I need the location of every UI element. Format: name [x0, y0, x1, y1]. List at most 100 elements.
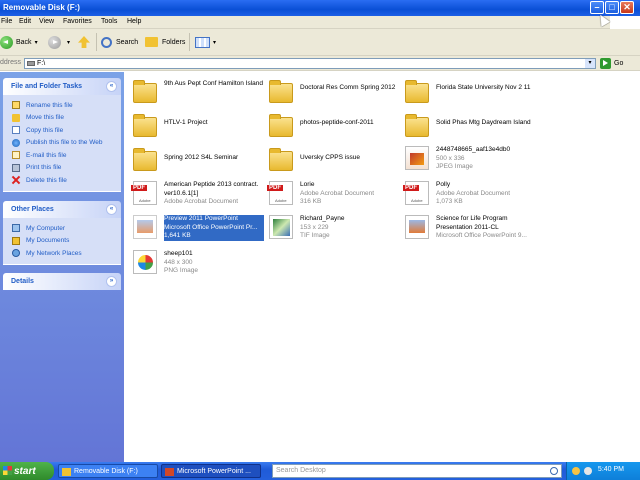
taskbar-item-powerpoint[interactable]: Microsoft PowerPoint ...: [161, 464, 261, 478]
desktop-search-input[interactable]: Search Desktop: [272, 464, 562, 478]
image-file-item[interactable]: Richard_Payne 153 x 229 TIF Image: [264, 213, 399, 243]
pdf-file-item[interactable]: PDF Adobe Lorie Adobe Acrobat Document 31…: [264, 179, 399, 209]
image-file-item[interactable]: sheep101 448 x 300 PNG Image: [128, 248, 263, 278]
go-arrow-icon: [600, 58, 611, 69]
taskbar-item-explorer[interactable]: Removable Disk (F:): [58, 464, 158, 478]
file-folder-tasks-header[interactable]: File and Folder Tasks «: [3, 78, 121, 95]
title-bar[interactable]: Removable Disk (F:) – □ ✕: [0, 0, 640, 16]
powerpoint-icon: [405, 215, 429, 239]
item-name: Spring 2012 S4L Seminar: [164, 154, 239, 161]
close-button[interactable]: ✕: [620, 1, 634, 14]
address-dropdown-icon[interactable]: ▾: [585, 59, 595, 68]
my-network-icon: [12, 249, 20, 258]
item-type: PNG Image: [164, 267, 198, 274]
pdf-file-item[interactable]: PDF Adobe American Peptide 2013 contract.…: [128, 179, 263, 209]
item-name: sheep101: [164, 250, 193, 257]
task-email[interactable]: E-mail this file: [3, 149, 121, 162]
folder-item[interactable]: photos-peptide-conf-2011: [264, 112, 399, 142]
maximize-button[interactable]: □: [605, 1, 619, 14]
back-button[interactable]: Back ▾: [0, 34, 38, 50]
folder-item[interactable]: Uversky CPPS issue: [264, 146, 399, 176]
place-my-documents[interactable]: My Documents: [3, 235, 121, 248]
my-documents-icon: [12, 236, 20, 245]
search-icon: [101, 36, 112, 48]
pdf-badge: PDF: [131, 185, 147, 191]
drive-icon: [27, 61, 35, 66]
tray-icon[interactable]: [584, 467, 592, 475]
other-places-header[interactable]: Other Places «: [3, 201, 121, 218]
toolbar: Back ▾ ▾ Search Folders ▾: [0, 29, 640, 56]
folder-item[interactable]: Spring 2012 S4L Seminar: [128, 146, 263, 176]
other-places-list: My Computer My Documents My Network Plac…: [3, 218, 121, 265]
powerpoint-file-item-selected[interactable]: Preview 2011 PowerPoint Microsoft Office…: [128, 213, 264, 243]
task-copy[interactable]: Copy this file: [3, 124, 121, 137]
collapse-chevron-icon[interactable]: «: [106, 204, 117, 215]
folder-item[interactable]: Solid Phas Mtg Daydream Island: [400, 112, 535, 142]
forward-dropdown-icon[interactable]: ▾: [67, 39, 70, 46]
place-label: My Network Places: [26, 249, 82, 257]
go-button[interactable]: Go: [600, 57, 623, 70]
place-label: My Computer: [26, 224, 66, 232]
collapse-chevron-icon[interactable]: «: [106, 81, 117, 92]
folder-item[interactable]: Florida State University Nov 2 11: [400, 78, 535, 108]
search-icon[interactable]: [550, 467, 558, 475]
folder-item[interactable]: HTLV-1 Project: [128, 112, 263, 142]
task-label: Move this file: [26, 114, 64, 122]
adobe-label: Adobe: [139, 198, 151, 203]
forward-arrow-icon: [48, 35, 61, 49]
folder-item[interactable]: Doctoral Res Comm Spring 2012: [264, 78, 399, 108]
powerpoint-icon: [165, 468, 174, 476]
up-folder-button[interactable]: [78, 34, 90, 50]
views-button[interactable]: ▾: [195, 34, 216, 50]
address-label: ddress: [0, 59, 22, 66]
folder-icon: [133, 80, 157, 103]
task-print[interactable]: Print this file: [3, 162, 121, 175]
menu-view[interactable]: View: [39, 18, 54, 25]
item-type: Microsoft Office PowerPoint 9...: [436, 232, 527, 239]
folder-icon: [133, 114, 157, 137]
image-file-item[interactable]: 2448748665_aaf13e4db0 500 x 336 JPEG Ima…: [400, 144, 535, 174]
forward-button[interactable]: ▾: [48, 34, 70, 50]
clock[interactable]: 5:40 PM: [598, 466, 624, 473]
tray-icon[interactable]: [572, 467, 580, 475]
address-input[interactable]: F:\ ▾: [24, 58, 596, 69]
task-publish-web[interactable]: Publish this file to the Web: [3, 137, 121, 150]
place-my-network[interactable]: My Network Places: [3, 247, 121, 260]
task-label: Publish this file to the Web: [26, 139, 103, 147]
menu-help[interactable]: Help: [127, 18, 141, 25]
menu-edit[interactable]: Edit: [19, 18, 31, 25]
png-image-icon: [133, 250, 157, 274]
task-move[interactable]: Move this file: [3, 112, 121, 125]
item-size: 1,641 KB: [164, 232, 191, 239]
details-header[interactable]: Details »: [3, 273, 121, 290]
folder-item[interactable]: 9th Aus Pept Conf Hamilton Island: [128, 78, 263, 108]
item-type: Adobe Acrobat Document: [300, 189, 375, 197]
window-title: Removable Disk (F:): [3, 3, 80, 12]
print-icon: [12, 163, 20, 172]
views-dropdown-icon[interactable]: ▾: [213, 39, 216, 46]
pdf-file-item[interactable]: PDF Adobe Polly Adobe Acrobat Document 1,…: [400, 179, 535, 209]
pdf-icon: PDF Adobe: [131, 181, 157, 205]
back-dropdown-icon[interactable]: ▾: [35, 39, 38, 46]
search-button[interactable]: Search: [101, 34, 138, 50]
menu-bar: File Edit View Favorites Tools Help: [0, 16, 640, 29]
minimize-button[interactable]: –: [590, 1, 604, 14]
item-name: photos-peptide-conf-2011: [300, 119, 374, 126]
copy-icon: [12, 126, 20, 135]
item-type: JPEG Image: [436, 163, 473, 170]
item-name: Florida State University Nov 2 11: [436, 84, 531, 91]
item-dimensions: 153 x 229: [300, 223, 329, 231]
expand-chevron-icon[interactable]: »: [106, 276, 117, 287]
start-button[interactable]: start: [0, 462, 54, 480]
menu-favorites[interactable]: Favorites: [63, 18, 92, 25]
folders-button[interactable]: Folders: [145, 34, 185, 50]
place-my-computer[interactable]: My Computer: [3, 222, 121, 235]
menu-file[interactable]: File: [1, 18, 12, 25]
task-rename[interactable]: Rename this file: [3, 99, 121, 112]
powerpoint-file-item[interactable]: Science for Life Program Presentation 20…: [400, 213, 535, 243]
menu-tools[interactable]: Tools: [101, 18, 117, 25]
windows-flag-icon: [3, 466, 12, 475]
task-delete[interactable]: Delete this file: [3, 174, 121, 187]
search-placeholder: Search Desktop: [276, 467, 326, 474]
folder-icon: [269, 148, 293, 171]
